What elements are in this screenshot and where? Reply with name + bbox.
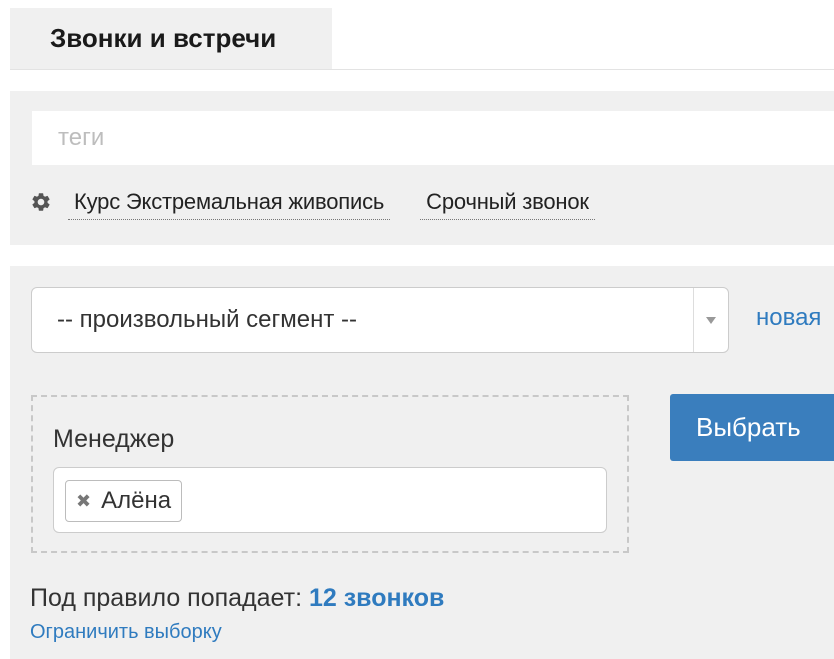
tag-link[interactable]: Срочный звонок <box>420 189 595 220</box>
gear-icon[interactable] <box>30 191 52 213</box>
manager-field[interactable]: ✖ Алёна <box>53 467 607 533</box>
tags-panel: Курс Экстремальная живопись Срочный звон… <box>10 91 834 245</box>
chevron-down-icon <box>706 316 716 324</box>
rule-box: Менеджер ✖ Алёна <box>31 395 629 553</box>
page: Звонки и встречи Курс Экстремальная живо… <box>0 0 834 659</box>
remove-icon[interactable]: ✖ <box>76 492 91 510</box>
tab-bar: Звонки и встречи <box>10 8 834 70</box>
segment-select[interactable]: -- произвольный сегмент -- <box>31 287 729 353</box>
segment-select-value: -- произвольный сегмент -- <box>57 306 357 333</box>
tab-calls-meetings[interactable]: Звонки и встречи <box>10 8 332 69</box>
manager-chip-label: Алёна <box>101 487 172 514</box>
segment-select-arrow[interactable] <box>693 288 728 352</box>
tag-link[interactable]: Курс Экстремальная живопись <box>68 189 391 220</box>
segment-panel: -- произвольный сегмент -- новая Менедже… <box>10 266 834 659</box>
limit-selection-link[interactable]: Ограничить выборку <box>30 621 222 644</box>
calls-count-link[interactable]: 12 звонков <box>309 584 444 612</box>
new-segment-link[interactable]: новая <box>756 304 821 332</box>
summary-prefix: Под правило попадает: <box>30 584 309 612</box>
manager-label: Менеджер <box>53 425 175 453</box>
select-button[interactable]: Выбрать <box>670 394 834 461</box>
tag-list: Курс Экстремальная живопись Срочный звон… <box>30 189 625 220</box>
rule-summary: Под правило попадает: 12 звонков <box>30 584 444 613</box>
manager-chip: ✖ Алёна <box>65 480 183 522</box>
tags-input[interactable] <box>32 111 834 165</box>
